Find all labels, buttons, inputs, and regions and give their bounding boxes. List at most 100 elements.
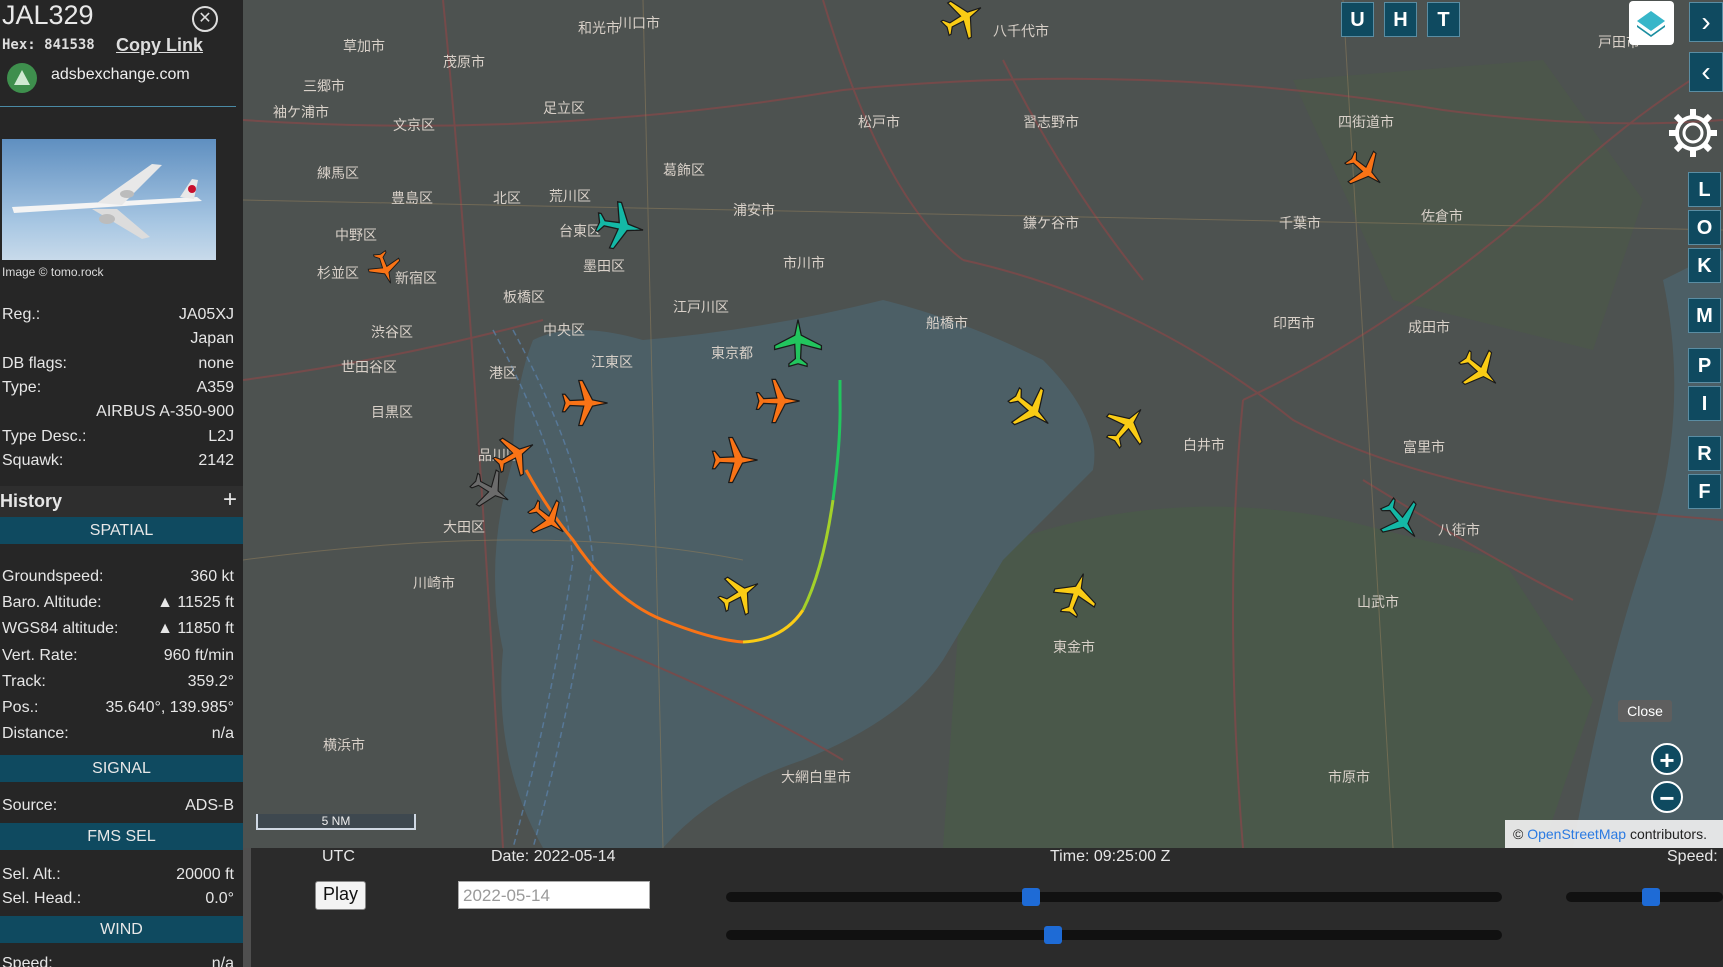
info-key: Vert. Rate: xyxy=(2,646,78,664)
map-button-u[interactable]: U xyxy=(1341,2,1374,37)
aircraft-marker-icon[interactable] xyxy=(594,200,646,252)
expand-right-button[interactable]: › xyxy=(1689,2,1723,42)
map-place-label: 東金市 xyxy=(1053,639,1095,655)
fine-time-slider[interactable] xyxy=(726,926,1502,944)
close-button[interactable]: Close xyxy=(1618,700,1672,722)
aircraft-info-sidebar: JAL329 ✕ Hex: 841538 Copy Link adsbexcha… xyxy=(0,0,243,967)
map-place-label: 東京都 xyxy=(711,345,753,361)
hex-code: Hex: 841538 xyxy=(2,37,95,53)
layers-icon xyxy=(1637,11,1665,37)
map-button-o[interactable]: O xyxy=(1688,210,1721,245)
info-value: 0.0° xyxy=(205,890,234,907)
map-button-k[interactable]: K xyxy=(1688,248,1721,283)
aircraft-marker-icon[interactable] xyxy=(710,435,760,485)
aircraft-photo[interactable] xyxy=(2,139,216,260)
info-value: 2142 xyxy=(198,451,234,469)
map-place-label: 白井市 xyxy=(1183,437,1225,453)
map-place-label: 杉並区 xyxy=(317,265,359,281)
openstreetmap-link[interactable]: OpenStreetMap xyxy=(1527,826,1626,842)
aircraft-marker-icon[interactable] xyxy=(1103,402,1151,450)
info-value: 960 ft/min xyxy=(163,646,234,664)
map-button-h[interactable]: H xyxy=(1384,2,1417,37)
map-place-label: 北区 xyxy=(493,190,521,206)
aircraft-marker-icon[interactable] xyxy=(367,250,403,286)
history-expand-icon[interactable]: + xyxy=(223,486,237,514)
info-value: 360 kt xyxy=(190,568,234,585)
map-place-label: 四街道市 xyxy=(1338,114,1394,130)
aircraft-marker-icon[interactable] xyxy=(1377,496,1425,544)
map-button-i[interactable]: I xyxy=(1688,386,1721,421)
settings-gear-icon[interactable] xyxy=(1663,103,1723,163)
zoom-in-button[interactable]: + xyxy=(1651,743,1683,775)
info-value: 359.2° xyxy=(187,672,234,690)
aircraft-marker-icon[interactable] xyxy=(1052,570,1100,618)
date-input[interactable]: 2022-05-14 xyxy=(458,881,650,909)
map-place-label: 江戸川区 xyxy=(673,299,729,315)
info-key: WGS84 altitude: xyxy=(2,620,119,638)
map-layers-button[interactable] xyxy=(1629,1,1674,45)
aircraft-marker-icon[interactable] xyxy=(772,317,824,369)
info-key: DB flags: xyxy=(2,354,67,372)
aircraft-marker-icon[interactable] xyxy=(526,497,570,541)
map-place-label: 八千代市 xyxy=(993,23,1049,39)
play-button[interactable]: Play xyxy=(315,881,366,910)
map-place-label: 中野区 xyxy=(335,227,377,243)
aircraft-marker-icon[interactable] xyxy=(717,571,763,617)
close-icon[interactable]: ✕ xyxy=(192,6,218,32)
map-button-r[interactable]: R xyxy=(1688,436,1721,471)
collapse-left-button[interactable]: ‹ xyxy=(1689,52,1723,92)
map-button-m[interactable]: M xyxy=(1688,298,1721,333)
info-value: L2J xyxy=(208,427,234,445)
panel-divider[interactable] xyxy=(243,848,251,967)
info-value: n/a xyxy=(211,725,234,743)
info-key: Groundspeed: xyxy=(2,568,104,585)
map-button-p[interactable]: P xyxy=(1688,348,1721,383)
map-place-label: 富里市 xyxy=(1403,439,1445,455)
map-scale-bar: 5 NM xyxy=(256,814,416,830)
date-label: Date: 2022-05-14 xyxy=(491,848,616,865)
aircraft-marker-icon[interactable] xyxy=(469,468,513,512)
copy-link-button[interactable]: Copy Link xyxy=(116,35,203,56)
map-place-label: 松戸市 xyxy=(858,114,900,130)
map-button-f[interactable]: F xyxy=(1688,474,1721,509)
time-slider[interactable] xyxy=(726,888,1502,906)
map-attribution: © OpenStreetMap contributors. xyxy=(1505,820,1723,848)
section-wind: WIND xyxy=(0,916,243,943)
source-site-link[interactable]: adsbexchange.com xyxy=(51,66,190,84)
zoom-out-button[interactable]: − xyxy=(1651,781,1683,813)
aircraft-marker-icon[interactable] xyxy=(1006,384,1056,434)
info-key: Squawk: xyxy=(2,451,64,469)
info-value: AIRBUS A-350-900 xyxy=(96,403,234,421)
map-place-label: 川口市 xyxy=(618,15,660,31)
aircraft-marker-icon[interactable] xyxy=(1457,347,1503,393)
section-spatial: SPATIAL xyxy=(0,517,243,544)
time-slider-handle[interactable] xyxy=(1021,888,1040,906)
speed-slider-handle[interactable] xyxy=(1642,888,1661,906)
map-place-label: 大網白里市 xyxy=(781,769,851,785)
map-view[interactable]: 練馬区 杉並区 世田谷区 目黒区 中野区 豊島区 新宿区 渋谷区 港区 品川区 大田区 川崎市 横浜市足… xyxy=(243,0,1723,848)
history-label: History xyxy=(0,491,63,511)
history-header[interactable]: History + xyxy=(0,486,243,518)
map-place-label: 千葉市 xyxy=(1279,215,1321,231)
info-value: 35.640°, 139.985° xyxy=(105,699,234,716)
hex-label: Hex: xyxy=(2,37,36,53)
attribution-suffix: contributors. xyxy=(1629,826,1707,842)
info-value: JA05XJ xyxy=(178,306,234,323)
section-fms-sel: FMS SEL xyxy=(0,823,243,850)
map-place-label: 袖ケ浦市 xyxy=(273,104,329,120)
map-place-label: 練馬区 xyxy=(317,165,359,181)
info-value: Japan xyxy=(190,330,234,348)
section-signal: SIGNAL xyxy=(0,755,243,782)
fine-time-slider-handle[interactable] xyxy=(1044,926,1063,944)
info-key: Baro. Altitude: xyxy=(2,594,102,612)
aircraft-marker-icon[interactable] xyxy=(1343,148,1387,192)
aircraft-marker-icon[interactable] xyxy=(560,378,610,428)
info-value: 20000 ft xyxy=(176,866,234,883)
aircraft-marker-icon[interactable] xyxy=(754,377,802,425)
map-button-l[interactable]: L xyxy=(1688,172,1721,207)
map-place-label: 習志野市 xyxy=(1023,114,1079,130)
speed-slider[interactable] xyxy=(1566,888,1723,906)
app-root: JAL329 ✕ Hex: 841538 Copy Link adsbexcha… xyxy=(0,0,1723,967)
aircraft-marker-icon[interactable] xyxy=(940,0,986,41)
map-button-t[interactable]: T xyxy=(1427,2,1460,37)
